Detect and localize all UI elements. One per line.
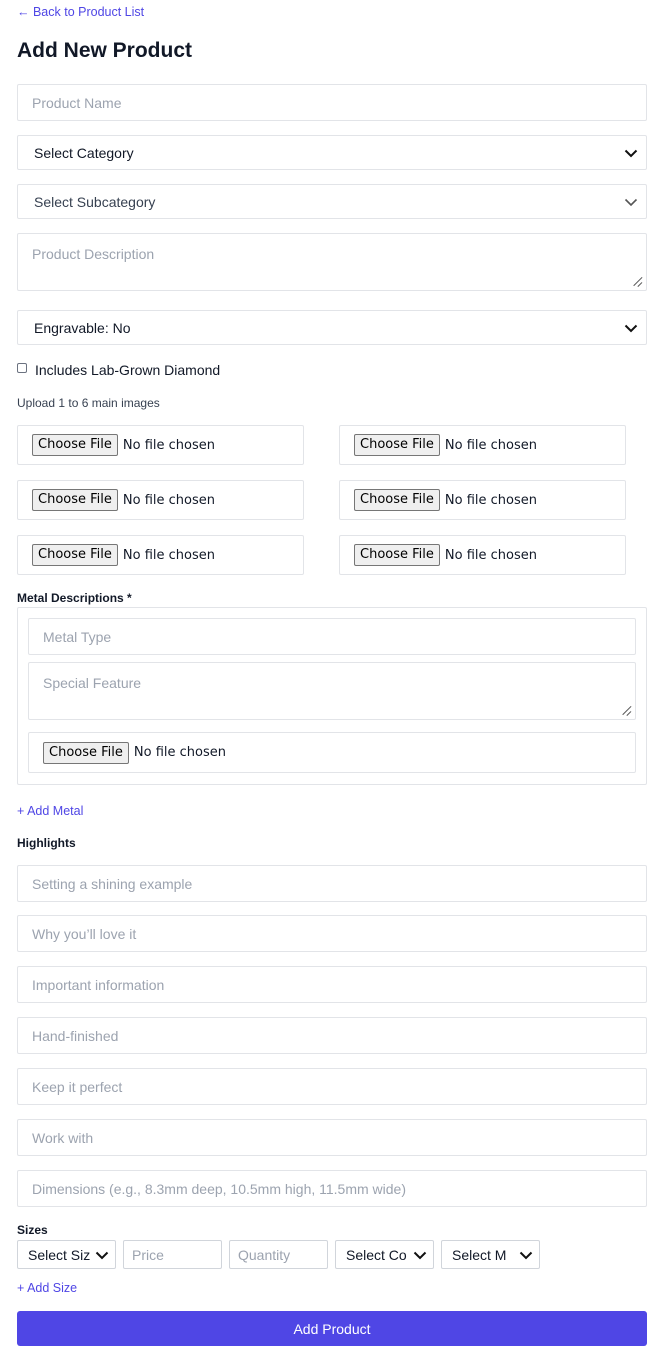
subcategory-select[interactable]: Select Subcategory (17, 184, 647, 219)
choose-file-button[interactable]: Choose File (354, 434, 440, 456)
price-input[interactable]: Price (123, 1240, 222, 1269)
upload-hint: Upload 1 to 6 main images (17, 396, 160, 410)
color-select[interactable]: Select Co (335, 1240, 434, 1269)
add-product-button-label: Add Product (293, 1320, 371, 1337)
highlight-input-dimensions[interactable]: Dimensions (e.g., 8.3mm deep, 10.5mm hig… (17, 1170, 647, 1207)
file-status: No file chosen (444, 492, 537, 508)
highlight-placeholder: Hand-finished (32, 1027, 119, 1044)
chevron-down-icon (624, 146, 638, 160)
metal-select[interactable]: Select M (441, 1240, 540, 1269)
metal-description-card: Metal Type Special Feature Choose File N… (17, 607, 647, 785)
lab-grown-diamond-option[interactable]: Includes Lab-Grown Diamond (17, 362, 220, 378)
highlight-input-hand-finished[interactable]: Hand-finished (17, 1017, 647, 1054)
chevron-down-icon (413, 1248, 427, 1262)
file-status: No file chosen (133, 745, 226, 760)
highlight-placeholder: Dimensions (e.g., 8.3mm deep, 10.5mm hig… (32, 1180, 407, 1197)
choose-file-button[interactable]: Choose File (32, 489, 118, 511)
category-select[interactable]: Select Category (17, 135, 647, 170)
metal-image-file-input[interactable]: Choose File No file chosen (28, 732, 636, 773)
highlight-input-why-love-it[interactable]: Why you’ll love it (17, 915, 647, 952)
highlight-input-shining-example[interactable]: Setting a shining example (17, 865, 647, 902)
page-title: Add New Product (17, 39, 193, 62)
size-select[interactable]: Select Siz (17, 1240, 116, 1269)
product-name-input[interactable]: Product Name (17, 84, 647, 121)
highlight-placeholder: Important information (32, 976, 165, 993)
quantity-placeholder: Quantity (238, 1246, 291, 1263)
category-select-value: Select Category (34, 144, 134, 161)
choose-file-button[interactable]: Choose File (32, 434, 118, 456)
chevron-down-icon (95, 1248, 109, 1262)
highlight-input-work-with[interactable]: Work with (17, 1119, 647, 1156)
choose-file-button[interactable]: Choose File (32, 544, 118, 566)
resize-handle-icon[interactable] (621, 706, 631, 716)
choose-file-button[interactable]: Choose File (354, 489, 440, 511)
price-placeholder: Price (132, 1246, 164, 1263)
lab-grown-diamond-label: Includes Lab-Grown Diamond (35, 362, 221, 378)
main-image-file-input-6[interactable]: Choose File No file chosen (339, 535, 626, 575)
add-product-button[interactable]: Add Product (17, 1311, 647, 1346)
highlights-label: Highlights (17, 836, 76, 850)
product-description-textarea[interactable]: Product Description (17, 233, 647, 291)
file-status: No file chosen (444, 437, 537, 453)
main-image-file-input-3[interactable]: Choose File No file chosen (17, 480, 304, 520)
back-to-product-list-link[interactable]: ← Back to Product List (17, 4, 144, 20)
add-metal-link[interactable]: + Add Metal (17, 804, 83, 818)
highlight-placeholder: Work with (32, 1129, 94, 1146)
file-status: No file chosen (122, 547, 215, 563)
file-status: No file chosen (122, 492, 215, 508)
size-select-value: Select Siz (28, 1246, 91, 1263)
metal-type-placeholder: Metal Type (43, 628, 112, 645)
subcategory-select-value: Select Subcategory (34, 193, 156, 210)
product-description-placeholder: Product Description (32, 246, 155, 262)
metal-type-input[interactable]: Metal Type (28, 618, 636, 655)
main-image-file-input-2[interactable]: Choose File No file chosen (339, 425, 626, 465)
quantity-input[interactable]: Quantity (229, 1240, 328, 1269)
highlight-placeholder: Why you’ll love it (32, 925, 137, 942)
chevron-down-icon (624, 195, 638, 209)
chevron-down-icon (624, 321, 638, 335)
engravable-select-value: Engravable: No (34, 319, 131, 336)
metal-descriptions-label: Metal Descriptions * (17, 591, 132, 605)
highlight-placeholder: Setting a shining example (32, 875, 193, 892)
highlight-placeholder: Keep it perfect (32, 1078, 123, 1095)
choose-file-button[interactable]: Choose File (43, 741, 129, 764)
sizes-label: Sizes (17, 1223, 48, 1237)
special-feature-textarea[interactable]: Special Feature (28, 662, 636, 720)
main-image-file-input-5[interactable]: Choose File No file chosen (17, 535, 304, 575)
add-size-link[interactable]: + Add Size (17, 1281, 77, 1295)
choose-file-button[interactable]: Choose File (354, 544, 440, 566)
file-status: No file chosen (122, 437, 215, 453)
engravable-select[interactable]: Engravable: No (17, 310, 647, 345)
file-status: No file chosen (444, 547, 537, 563)
main-image-file-input-4[interactable]: Choose File No file chosen (339, 480, 626, 520)
chevron-down-icon (519, 1248, 533, 1262)
main-image-file-input-1[interactable]: Choose File No file chosen (17, 425, 304, 465)
special-feature-placeholder: Special Feature (43, 675, 142, 691)
color-select-value: Select Co (346, 1246, 407, 1263)
highlight-input-important-information[interactable]: Important information (17, 966, 647, 1003)
highlight-input-keep-it-perfect[interactable]: Keep it perfect (17, 1068, 647, 1105)
metal-select-value: Select M (452, 1246, 507, 1263)
lab-grown-diamond-checkbox[interactable] (17, 363, 27, 373)
resize-handle-icon[interactable] (632, 277, 642, 287)
product-name-placeholder: Product Name (32, 94, 122, 111)
